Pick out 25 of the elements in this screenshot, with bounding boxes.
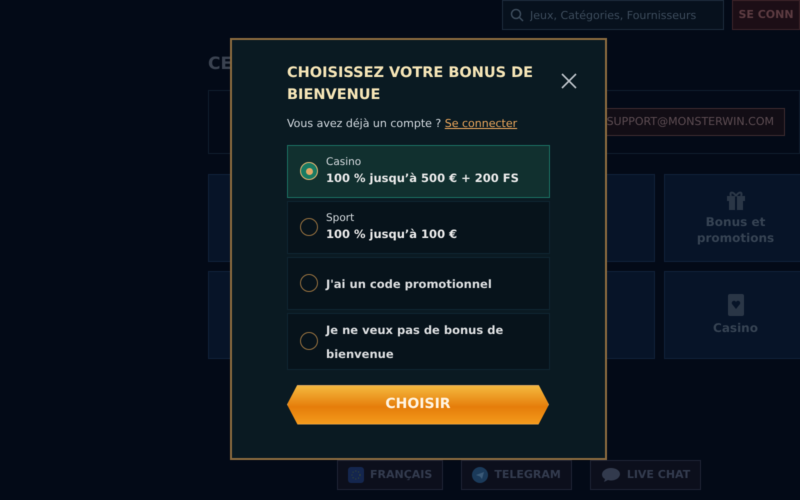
bonus-option[interactable]: Je ne veux pas de bonus de bienvenue [287, 312, 550, 370]
choose-button[interactable]: CHOISIR [287, 384, 549, 424]
option-category: Casino [326, 154, 362, 170]
option-category: Sport [326, 210, 356, 226]
gift-icon [724, 189, 746, 212]
login-button[interactable]: SE CONN [732, 0, 800, 30]
bonus-option[interactable]: Casino 100 % jusqu’à 500 € + 200 FS [287, 144, 550, 198]
telegram-icon [472, 467, 488, 483]
page-heading: CE [208, 53, 232, 76]
chat-icon [600, 467, 621, 483]
option-offer: 100 % jusqu’à 100 € [326, 226, 458, 244]
option-label: J'ai un code promotionnel [326, 277, 492, 291]
bonus-option[interactable]: Sport 100 % jusqu’à 100 € [287, 200, 550, 254]
radio-button[interactable] [300, 332, 318, 350]
bonus-option[interactable]: J'ai un code promotionnel [287, 256, 550, 310]
option-label: Je ne veux pas de bonus de bienvenue [326, 323, 504, 361]
playing-card-icon [726, 293, 744, 318]
radio-button[interactable] [300, 218, 318, 236]
login-link[interactable]: Se connecter [444, 117, 518, 130]
login-prompt: Vous avez déjà un compte ? Se connecter [287, 116, 518, 132]
modal-title: CHOISISSEZ VOTRE BONUS DE BIENVENUE [287, 64, 534, 105]
option-offer: 100 % jusqu’à 500 € + 200 FS [326, 170, 519, 188]
flag-icon [348, 467, 364, 483]
radio-button[interactable] [300, 162, 318, 180]
radio-button[interactable] [300, 274, 318, 292]
